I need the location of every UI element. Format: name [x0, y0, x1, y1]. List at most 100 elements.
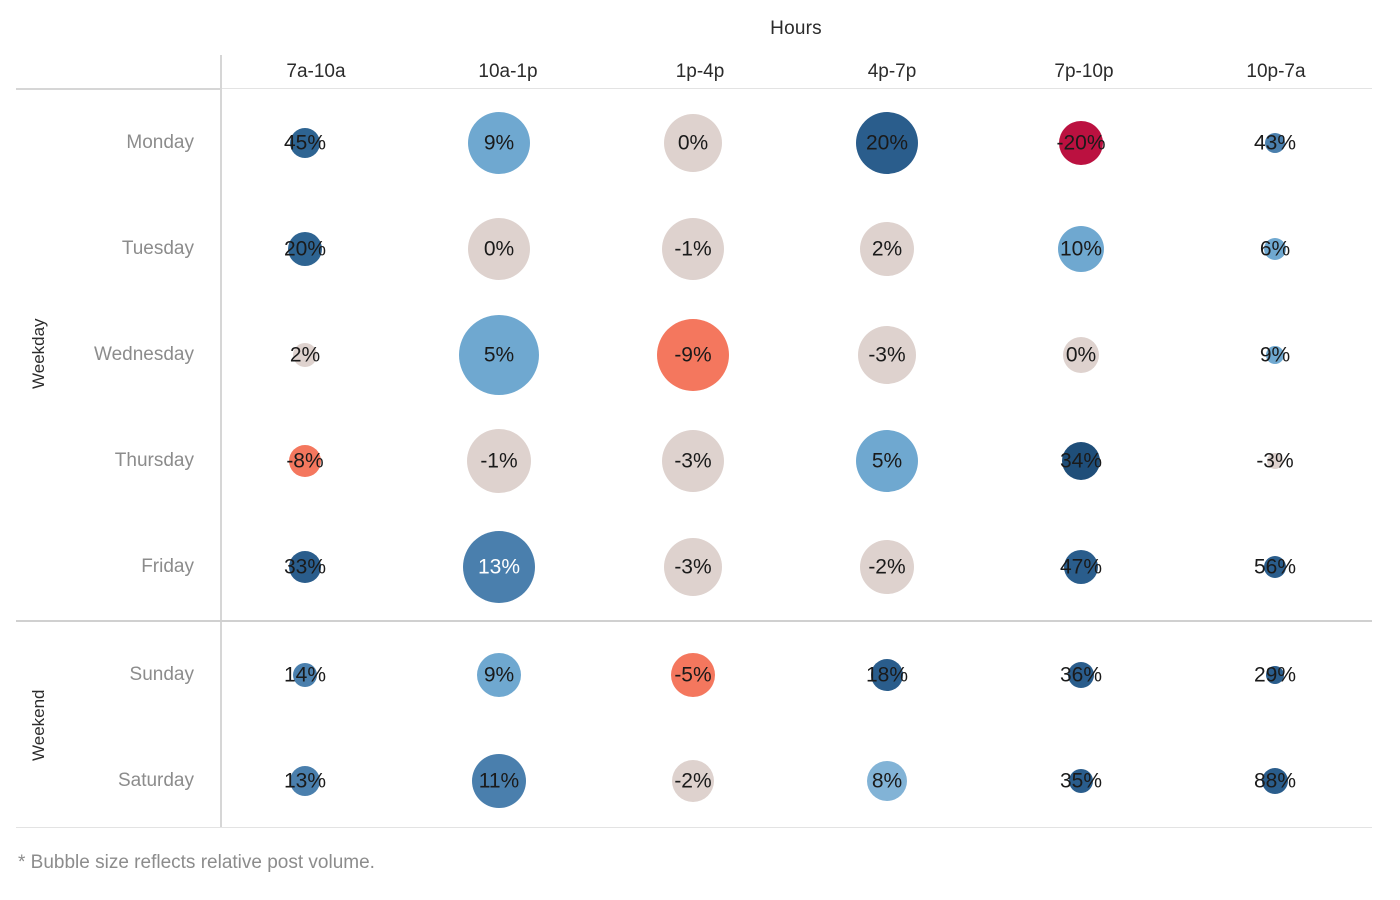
row-label: Tuesday: [121, 238, 194, 259]
bubble-mark[interactable]: [1264, 556, 1286, 578]
bubble-cell[interactable]: 13%: [208, 728, 402, 834]
bubble-cell[interactable]: 0%: [402, 196, 596, 302]
row-cells: 13% 11% -2% 8% 35% 88%: [208, 728, 1372, 834]
bubble-cell[interactable]: 0%: [596, 90, 790, 196]
bubble-mark[interactable]: [664, 114, 722, 172]
bubble-mark[interactable]: [290, 128, 320, 158]
bubble-mark[interactable]: [289, 551, 321, 583]
bubble-mark[interactable]: [1267, 453, 1283, 469]
bubble-cell[interactable]: 2%: [790, 196, 984, 302]
bubble-cell[interactable]: -9%: [596, 302, 790, 408]
bubble-cell[interactable]: 47%: [984, 514, 1178, 620]
bubble-cell[interactable]: -1%: [596, 196, 790, 302]
bubble-mark[interactable]: [288, 232, 322, 266]
bubble-mark[interactable]: [860, 222, 914, 276]
bubble-cell[interactable]: 88%: [1178, 728, 1372, 834]
bubble-mark[interactable]: [662, 430, 724, 492]
bubble-cell[interactable]: 34%: [984, 408, 1178, 514]
column-header: 7a-10a: [286, 61, 346, 82]
row-label: Wednesday: [94, 344, 194, 365]
bubble-mark[interactable]: [467, 429, 531, 493]
bubble-cell[interactable]: 10%: [984, 196, 1178, 302]
bubble-cell[interactable]: 9%: [402, 622, 596, 728]
table-row: Friday 33% 13% -3% -2% 47% 56%: [0, 514, 1372, 620]
bubble-cell[interactable]: 13%: [402, 514, 596, 620]
row-cells: 14% 9% -5% 18% 36% 29%: [208, 622, 1372, 728]
bubble-cell[interactable]: -1%: [402, 408, 596, 514]
column-header: 4p-7p: [867, 61, 917, 82]
bubble-mark[interactable]: [671, 653, 715, 697]
bubble-mark[interactable]: [290, 766, 320, 796]
bubble-cell[interactable]: 11%: [402, 728, 596, 834]
bubble-mark[interactable]: [468, 112, 530, 174]
bubble-cell[interactable]: 36%: [984, 622, 1178, 728]
bubble-cell[interactable]: 5%: [790, 408, 984, 514]
table-row: Thursday -8% -1% -3% 5% 34% -3%: [0, 408, 1372, 514]
bubble-cell[interactable]: 56%: [1178, 514, 1372, 620]
bubble-mark[interactable]: [1264, 238, 1286, 260]
bubble-mark[interactable]: [1062, 442, 1100, 480]
bubble-mark[interactable]: [672, 760, 714, 802]
bubble-mark[interactable]: [468, 218, 530, 280]
bubble-mark[interactable]: [459, 315, 539, 395]
bubble-mark[interactable]: [472, 754, 526, 808]
footnote: * Bubble size reflects relative post vol…: [18, 852, 375, 873]
bubble-cell[interactable]: 29%: [1178, 622, 1372, 728]
bubble-mark[interactable]: [867, 761, 907, 801]
bubble-mark[interactable]: [1064, 550, 1098, 584]
bubble-mark[interactable]: [871, 659, 903, 691]
bubble-cell[interactable]: 20%: [790, 90, 984, 196]
bubble-cell[interactable]: -2%: [596, 728, 790, 834]
bubble-grid: Monday 45% 9% 0% 20% -20% 43% Tuesday 20% 0% -1% 2%…: [0, 90, 1372, 834]
bubble-mark[interactable]: [293, 663, 317, 687]
bubble-cell[interactable]: 6%: [1178, 196, 1372, 302]
bubble-mark[interactable]: [856, 430, 918, 492]
bubble-cell[interactable]: 14%: [208, 622, 402, 728]
column-header: 10p-7a: [1246, 61, 1306, 82]
bubble-mark[interactable]: [664, 538, 722, 596]
bubble-cell[interactable]: 0%: [984, 302, 1178, 408]
table-row: Saturday 13% 11% -2% 8% 35% 88%: [0, 728, 1372, 834]
bubble-mark[interactable]: [1265, 133, 1285, 153]
bubble-mark[interactable]: [1068, 662, 1094, 688]
bubble-mark[interactable]: [1059, 121, 1103, 165]
bubble-mark[interactable]: [289, 445, 321, 477]
bubble-cell[interactable]: 5%: [402, 302, 596, 408]
bubble-cell[interactable]: 43%: [1178, 90, 1372, 196]
bubble-mark[interactable]: [1266, 346, 1284, 364]
bubble-mark[interactable]: [293, 343, 317, 367]
bubble-mark[interactable]: [657, 319, 729, 391]
bubble-cell[interactable]: -5%: [596, 622, 790, 728]
bubble-cell[interactable]: -3%: [596, 408, 790, 514]
bubble-cell[interactable]: 20%: [208, 196, 402, 302]
bubble-cell[interactable]: 8%: [790, 728, 984, 834]
bubble-cell[interactable]: 9%: [402, 90, 596, 196]
bubble-mark[interactable]: [1058, 226, 1104, 272]
bubble-cell[interactable]: 2%: [208, 302, 402, 408]
bubble-cell[interactable]: -20%: [984, 90, 1178, 196]
bubble-mark[interactable]: [1069, 769, 1093, 793]
bubble-mark[interactable]: [1063, 337, 1099, 373]
bubble-mark[interactable]: [858, 326, 916, 384]
group-weekday: Monday 45% 9% 0% 20% -20% 43% Tuesday 20% 0% -1% 2%…: [0, 90, 1372, 620]
bubble-cell[interactable]: 45%: [208, 90, 402, 196]
bubble-mark[interactable]: [1266, 666, 1284, 684]
table-row: Tuesday 20% 0% -1% 2% 10% 6%: [0, 196, 1372, 302]
row-cells: 2% 5% -9% -3% 0% 9%: [208, 302, 1372, 408]
bubble-cell[interactable]: -3%: [790, 302, 984, 408]
bubble-cell[interactable]: 35%: [984, 728, 1178, 834]
bubble-cell[interactable]: -2%: [790, 514, 984, 620]
bubble-cell[interactable]: -8%: [208, 408, 402, 514]
column-header: 10a-1p: [478, 61, 538, 82]
bubble-cell[interactable]: -3%: [596, 514, 790, 620]
bubble-cell[interactable]: -3%: [1178, 408, 1372, 514]
bubble-mark[interactable]: [463, 531, 535, 603]
bubble-cell[interactable]: 18%: [790, 622, 984, 728]
bubble-mark[interactable]: [477, 653, 521, 697]
bubble-mark[interactable]: [1262, 768, 1288, 794]
bubble-cell[interactable]: 9%: [1178, 302, 1372, 408]
bubble-mark[interactable]: [860, 540, 914, 594]
bubble-cell[interactable]: 33%: [208, 514, 402, 620]
bubble-mark[interactable]: [856, 112, 918, 174]
bubble-mark[interactable]: [662, 218, 724, 280]
